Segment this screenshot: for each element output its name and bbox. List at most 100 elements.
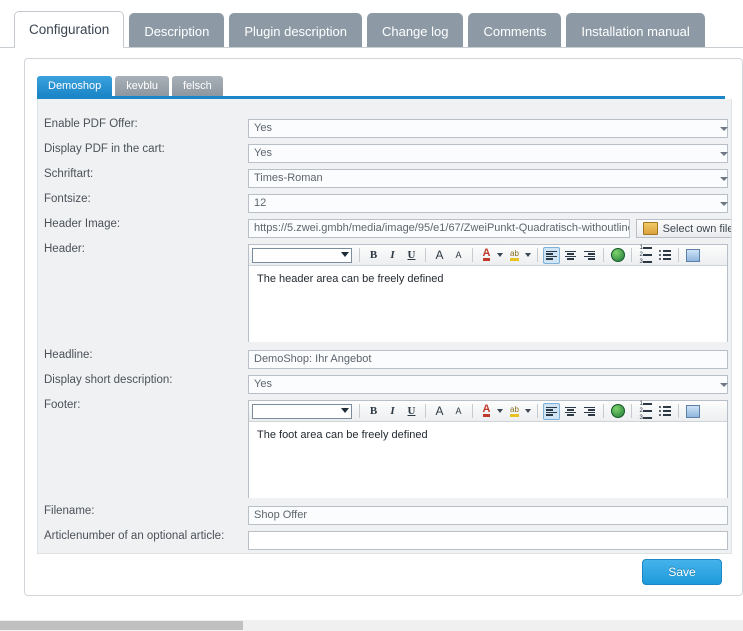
tab-description-label: Description [144,23,210,39]
bold-icon: B [369,249,378,261]
input-header-image[interactable]: https://5.zwei.gmbh/media/image/95/e1/67… [248,219,630,238]
select-display-pdf-cart-value: Yes [254,147,272,159]
toolbar-separator [359,404,360,418]
toolbar-separator [631,404,632,418]
highlight-color-chevron-icon[interactable] [525,409,531,413]
globe-link-icon [610,404,625,418]
configuration-panel: Demoshop kevblu felsch Enable PDF Offer:… [24,58,743,596]
input-articlenumber[interactable] [248,531,728,550]
tab-installation-manual[interactable]: Installation manual [566,13,705,47]
underline-icon: U [407,249,416,261]
select-schriftart[interactable]: Times-Roman [248,169,728,188]
toolbar-separator [678,248,679,262]
row-header-image: Header Image: https://5.zwei.gmbh/media/… [38,213,731,238]
align-right-icon [584,250,595,261]
align-left-button[interactable] [543,402,560,420]
horizontal-scrollbar-thumb[interactable] [0,621,243,630]
chevron-down-icon [720,176,728,181]
label-footer: Footer: [44,399,81,411]
increase-font-size-button[interactable]: A [431,247,448,264]
align-left-icon [546,406,557,417]
save-button[interactable]: Save [642,559,722,585]
toolbar-separator [425,404,426,418]
tab-plugin-description-label: Plugin description [244,23,347,39]
highlight-color-button[interactable]: ab [506,247,523,264]
horizontal-scrollbar[interactable] [0,620,743,631]
input-headline[interactable]: DemoShop: Ihr Angebot [248,350,728,369]
tab-description[interactable]: Description [129,13,225,47]
input-headline-value: DemoShop: Ihr Angebot [254,353,372,365]
select-own-files-button[interactable]: Select own files [636,219,732,238]
align-center-button[interactable] [562,247,579,264]
toolbar-separator [603,248,604,262]
highlight-icon: ab [510,249,519,261]
tab-comments[interactable]: Comments [468,13,562,47]
insert-link-button[interactable] [609,247,626,264]
header-editor-content[interactable]: The header area can be freely defined [249,266,727,342]
footer-editor-content[interactable]: The foot area can be freely defined [249,422,727,498]
highlight-icon: ab [510,405,519,417]
row-fontsize: Fontsize: 12 [38,188,731,213]
text-color-chevron-icon[interactable] [497,253,503,257]
insert-image-button[interactable] [684,247,701,264]
align-right-icon [584,406,595,417]
unordered-list-button[interactable] [656,403,673,420]
align-center-icon [565,406,576,417]
align-right-button[interactable] [581,403,598,420]
format-select[interactable] [252,403,352,419]
highlight-color-chevron-icon[interactable] [525,253,531,257]
select-enable-pdf-offer[interactable]: Yes [248,119,728,138]
underline-button[interactable]: U [403,247,420,264]
row-display-pdf-cart: Display PDF in the cart: Yes [38,138,731,163]
insert-link-button[interactable] [609,403,626,420]
text-color-button[interactable]: A [478,403,495,420]
subtab-kevblu[interactable]: kevblu [115,76,169,96]
select-display-pdf-cart[interactable]: Yes [248,144,728,163]
format-select[interactable] [252,247,352,263]
italic-button[interactable]: I [384,403,401,420]
subtab-felsch[interactable]: felsch [172,76,223,96]
footer-rich-text-editor[interactable]: B I U A A A ab 1 2 3 The foot area can b… [248,400,728,498]
input-filename[interactable]: Shop Offer [248,506,728,525]
bold-button[interactable]: B [365,247,382,264]
font-shrink-icon: A [455,250,462,260]
label-display-short-description: Display short description: [44,374,173,386]
image-icon [685,248,700,262]
header-rich-text-editor[interactable]: B I U A A A ab 1 2 3 The header area can… [248,244,728,342]
chevron-down-icon [720,201,728,206]
unordered-list-icon [658,248,671,262]
unordered-list-button[interactable] [656,247,673,264]
select-own-files-label: Select own files [662,222,732,235]
align-center-button[interactable] [562,403,579,420]
underline-button[interactable]: U [403,403,420,420]
row-headline: Headline: DemoShop: Ihr Angebot [38,342,731,369]
toolbar-separator [472,404,473,418]
italic-button[interactable]: I [384,247,401,264]
bold-button[interactable]: B [365,403,382,420]
toolbar-separator [472,248,473,262]
highlight-color-button[interactable]: ab [506,403,523,420]
subtab-felsch-label: felsch [183,79,212,92]
decrease-font-size-button[interactable]: A [450,247,467,264]
tab-configuration[interactable]: Configuration [14,11,125,48]
configuration-form: Enable PDF Offer: Yes Display PDF in the… [37,99,732,554]
toolbar-separator [537,404,538,418]
select-display-short-description[interactable]: Yes [248,375,728,394]
increase-font-size-button[interactable]: A [431,403,448,420]
text-color-chevron-icon[interactable] [497,409,503,413]
decrease-font-size-button[interactable]: A [450,403,467,420]
input-filename-value: Shop Offer [254,509,307,521]
image-icon [685,404,700,418]
align-left-button[interactable] [543,246,560,264]
tab-change-log[interactable]: Change log [366,13,464,47]
subtab-demoshop[interactable]: Demoshop [37,76,113,96]
select-fontsize[interactable]: 12 [248,194,728,213]
ordered-list-icon: 1 2 3 [640,400,652,422]
ordered-list-button[interactable]: 1 2 3 [637,245,654,265]
tab-plugin-description[interactable]: Plugin description [229,13,362,47]
subtab-underline [37,96,725,99]
ordered-list-button[interactable]: 1 2 3 [637,400,654,422]
text-color-button[interactable]: A [478,247,495,264]
align-right-button[interactable] [581,247,598,264]
insert-image-button[interactable] [684,403,701,420]
